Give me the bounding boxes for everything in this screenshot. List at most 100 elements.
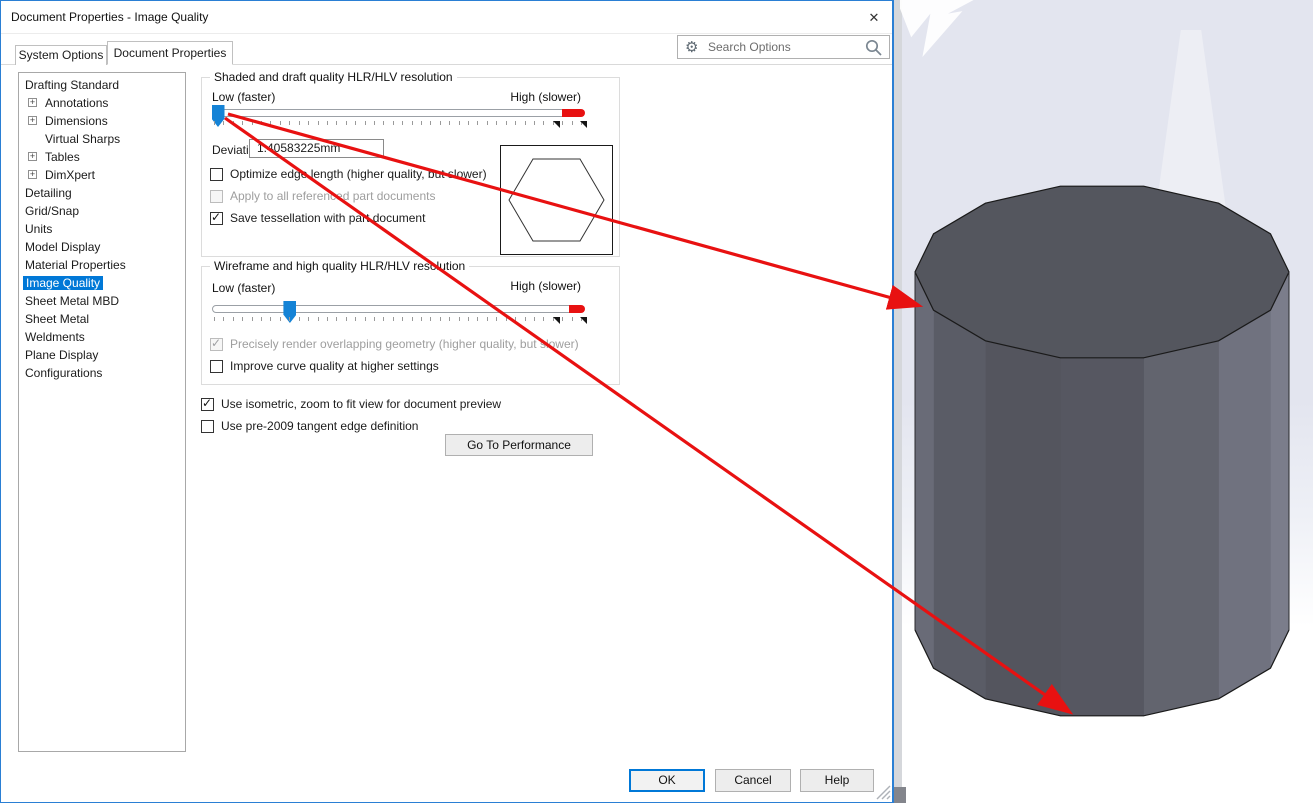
faceted-cylinder-model[interactable] (894, 0, 1313, 803)
tick-mark (346, 317, 347, 321)
tick-mark (430, 317, 431, 321)
tree-item-label: Model Display (25, 240, 100, 254)
tick-mark (214, 317, 215, 321)
tree-item-material-properties[interactable]: Material Properties (19, 256, 185, 274)
help-button[interactable]: Help (800, 769, 874, 792)
check-icon: ✓ (211, 210, 221, 224)
tick-mark (223, 121, 224, 125)
cylinder-facet (1144, 341, 1219, 716)
viewport-corner-block (894, 787, 906, 803)
tree-item-label: Annotations (45, 96, 108, 110)
tree-item-tables[interactable]: +Tables (19, 148, 185, 166)
tree-item-model-display[interactable]: Model Display (19, 238, 185, 256)
tree-item-annotations[interactable]: + Annotations (19, 94, 185, 112)
tick-mark (487, 121, 488, 125)
precisely-render-overlapping-geometry-hi-checkbox: ✓ (210, 338, 223, 351)
tree-item-sheet-metal[interactable]: Sheet Metal (19, 310, 185, 328)
tab-system-options[interactable]: System Options (15, 45, 107, 65)
expand-icon[interactable]: + (28, 170, 37, 179)
tree-item-image-quality[interactable]: Image Quality (19, 274, 185, 292)
expand-icon[interactable]: + (28, 152, 37, 161)
tick-mark (336, 121, 337, 125)
tick-mark (327, 121, 328, 125)
cylinder-facet (985, 341, 1060, 716)
slider-ticks (214, 121, 585, 129)
dialog-titlebar[interactable]: Document Properties - Image Quality ✕ (1, 1, 892, 34)
tree-item-label: Image Quality (23, 276, 103, 290)
tick-mark (242, 121, 243, 125)
cylinder-top-face[interactable] (915, 186, 1289, 358)
tick-mark (402, 317, 403, 321)
tick-mark (572, 317, 573, 321)
tick-mark (214, 121, 215, 125)
close-icon[interactable]: ✕ (864, 8, 884, 28)
search-options-box[interactable]: ⚙ (677, 35, 890, 59)
tick-mark (459, 121, 460, 125)
search-input[interactable] (706, 37, 856, 57)
tree-item-dimensions[interactable]: +Dimensions (19, 112, 185, 130)
improve-curve-quality-at-higher-settings-checkbox[interactable] (210, 360, 223, 373)
dialog-title: Document Properties - Image Quality (11, 10, 208, 24)
tick-mark (393, 121, 394, 125)
save-tessellation-with-part-document-checkbox[interactable]: ✓ (210, 212, 223, 225)
tick-mark (543, 121, 544, 125)
tick-mark (487, 317, 488, 321)
tick-mark (355, 317, 356, 321)
tick-mark (261, 317, 262, 321)
tick-mark (252, 121, 253, 125)
ok-button[interactable]: OK (629, 769, 705, 792)
check-icon: ✓ (202, 396, 212, 410)
tick-mark (525, 121, 526, 125)
wireframe-slider-track[interactable] (212, 305, 583, 313)
tree-item-label: Units (25, 222, 52, 236)
slider-high-label: High (slower) (510, 279, 581, 293)
use-isometric-zoom-to-fit-view-for-docum-checkbox[interactable]: ✓ (201, 398, 214, 411)
tree-item-label: Detailing (25, 186, 72, 200)
tick-mark (327, 317, 328, 321)
use-pre-2009-tangent-edge-definition-checkbox[interactable] (201, 420, 214, 433)
tick-mark (365, 121, 366, 125)
tree-item-drafting-standard[interactable]: Drafting Standard (19, 76, 185, 94)
tree-item-label: Grid/Snap (25, 204, 79, 218)
go-to-performance-button[interactable]: Go To Performance (445, 434, 593, 456)
slider-low-label: Low (faster) (212, 281, 275, 295)
optimize-edge-length-higher-quality-but--checkbox[interactable] (210, 168, 223, 181)
tick-mark (383, 317, 384, 321)
tree-item-virtual-sharps[interactable]: Virtual Sharps (19, 130, 185, 148)
deviation-field[interactable]: 1.40583225mm (249, 139, 384, 158)
option-apply-to-all-referenced-part-documents: Apply to all referenced part documents (210, 185, 487, 207)
tick-mark (421, 317, 422, 321)
cylinder-facet (1060, 358, 1143, 716)
tick-mark (525, 317, 526, 321)
tree-item-label: Sheet Metal (25, 312, 89, 326)
model-viewport[interactable] (894, 0, 1313, 803)
slider-high-label: High (slower) (510, 90, 581, 104)
tree-item-grid-snap[interactable]: Grid/Snap (19, 202, 185, 220)
option-use-isometric-zoom-to-fit-view-for-docum: ✓Use isometric, zoom to fit view for doc… (201, 393, 621, 415)
gear-icon[interactable]: ⚙ (685, 38, 698, 56)
expand-icon[interactable]: + (28, 116, 37, 125)
tree-item-label: Drafting Standard (25, 78, 119, 92)
checkbox-label: Save tessellation with part document (230, 211, 425, 225)
search-icon[interactable] (865, 39, 883, 57)
cancel-button[interactable]: Cancel (715, 769, 791, 792)
tick-mark (412, 317, 413, 321)
settings-tree: Drafting Standard + Annotations +Dimensions… (18, 72, 186, 752)
tick-mark (289, 121, 290, 125)
tab-document-properties[interactable]: Document Properties (107, 41, 233, 65)
tick-mark (506, 317, 507, 321)
tree-item-label: Sheet Metal MBD (25, 294, 119, 308)
tick-mark (534, 317, 535, 321)
shaded-slider-track[interactable] (212, 109, 583, 117)
tree-item-configurations[interactable]: Configurations (19, 364, 185, 382)
tick-mark (223, 317, 224, 321)
cylinder-facet (934, 310, 986, 699)
tree-item-detailing[interactable]: Detailing (19, 184, 185, 202)
tree-item-weldments[interactable]: Weldments (19, 328, 185, 346)
tree-item-sheet-metal-mbd[interactable]: Sheet Metal MBD (19, 292, 185, 310)
expand-icon[interactable]: + (28, 98, 37, 107)
resize-grip[interactable] (875, 784, 891, 800)
tree-item-dimxpert[interactable]: +DimXpert (19, 166, 185, 184)
tree-item-plane-display[interactable]: Plane Display (19, 346, 185, 364)
tree-item-units[interactable]: Units (19, 220, 185, 238)
